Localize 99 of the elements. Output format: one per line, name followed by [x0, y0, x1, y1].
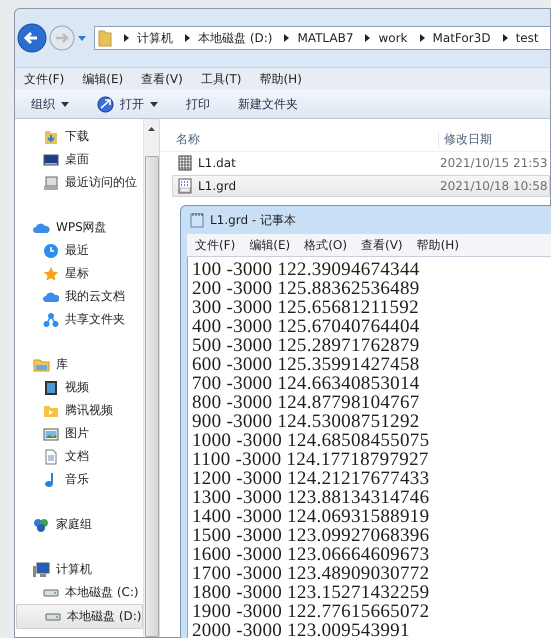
share-icon [43, 312, 59, 328]
caret-icon[interactable] [78, 36, 86, 40]
picture-icon [43, 426, 59, 442]
nav-item[interactable]: 腾讯视频 [15, 399, 143, 422]
chevron-icon [185, 34, 190, 42]
back-button[interactable] [17, 23, 47, 53]
folder-icon [33, 356, 50, 372]
nav-item[interactable]: 视频 [15, 376, 143, 399]
text-line: 100 -3000 122.39094674344 [192, 260, 421, 279]
text-line: 600 -3000 125.35991427458 [192, 355, 421, 374]
nav-item[interactable]: 我的云文档 [15, 285, 143, 308]
menu-item[interactable]: 格式(O) [304, 236, 348, 254]
breadcrumb[interactable]: MatFor3D [432, 31, 491, 45]
text-line: 700 -3000 124.66340853014 [192, 374, 421, 393]
text-line: 1000 -3000 124.68508455075 [192, 431, 430, 450]
text-line: 1500 -3000 123.09927068396 [192, 526, 430, 545]
recent-places-icon [43, 174, 59, 190]
homegroup-icon [33, 516, 50, 532]
nav-item[interactable]: 共享文件夹 [15, 308, 143, 331]
text-line: 200 -3000 125.88362536489 [192, 279, 421, 298]
text-line: 1800 -3000 123.15271432259 [192, 583, 430, 602]
nav-item[interactable]: WPS网盘 [15, 216, 143, 239]
file-name: L1.dat [198, 156, 237, 170]
text-line: 400 -3000 125.67040764404 [192, 317, 421, 336]
download-folder-icon [43, 128, 59, 144]
menu-item[interactable]: 帮助(H) [416, 236, 459, 254]
up-arrow-icon[interactable] [148, 127, 155, 131]
menu-item[interactable]: 查看(V) [141, 70, 183, 88]
nav-item[interactable]: 最近 [15, 239, 143, 262]
chevron-icon [502, 34, 508, 42]
scrollbar[interactable] [143, 119, 159, 637]
text-line: 1400 -3000 124.06931588919 [192, 507, 430, 526]
caret-icon [61, 102, 69, 106]
nav-item[interactable]: 本地磁盘 (D:) [16, 604, 143, 629]
text-line: 1300 -3000 123.88134314746 [192, 488, 430, 507]
open-icon [97, 96, 114, 112]
text-line: 1900 -3000 122.77615665072 [192, 602, 430, 621]
window-title: L1.grd - 记事本 [210, 212, 296, 228]
menu-item[interactable]: 编辑(E) [82, 70, 124, 88]
toolbar-button[interactable]: 组织 [21, 92, 79, 116]
text-line: 1700 -3000 123.48909030772 [192, 564, 430, 583]
nav-item[interactable]: 家庭组 [15, 513, 143, 536]
menu-item[interactable]: 文件(F) [195, 236, 236, 254]
breadcrumb[interactable]: work [378, 31, 408, 45]
address-bar[interactable]: 计算机 本地磁盘 (D:) MATLAB7 work MatFor3D test [94, 26, 550, 50]
notepad-icon [190, 212, 204, 228]
chevron-icon [284, 34, 290, 42]
breadcrumb[interactable]: MATLAB7 [297, 31, 354, 45]
nav-item[interactable]: 图片 [15, 422, 143, 445]
computer-icon [33, 562, 50, 578]
file-row[interactable]: L1.dat 2021/10/15 21:53 [172, 152, 550, 174]
file-date: 2021/10/18 10:58 [440, 179, 548, 193]
star-icon [43, 266, 59, 282]
breadcrumb[interactable]: 本地磁盘 (D:) [198, 30, 272, 46]
menu-item[interactable]: 编辑(E) [249, 236, 290, 254]
grid-file-icon [178, 155, 192, 171]
breadcrumb[interactable]: 计算机 [137, 30, 173, 46]
file-row[interactable]: L1.grd 2021/10/18 10:58 [172, 175, 550, 197]
nav-item[interactable]: 本地磁盘 (C:) [15, 581, 143, 604]
column-header[interactable]: 名称 [160, 130, 438, 148]
text-line: 1100 -3000 124.17718797927 [192, 450, 430, 469]
file-name: L1.grd [198, 179, 238, 193]
nav-item[interactable]: 文档 [15, 445, 143, 468]
caret-icon [150, 102, 158, 106]
text-line: 2000 -3000 123.009543991 [192, 621, 411, 638]
nav-item[interactable]: 星标 [15, 262, 143, 285]
document-icon [43, 448, 59, 464]
menu-item[interactable]: 工具(T) [200, 70, 242, 88]
drive-icon [43, 588, 59, 596]
desktop-icon [43, 152, 59, 168]
text-line: 1200 -3000 124.21217677433 [192, 469, 430, 488]
toolbar-button[interactable]: 打开 [87, 92, 168, 116]
film-icon [43, 380, 59, 396]
menu-item[interactable]: 文件(F) [24, 70, 64, 88]
column-header[interactable]: 修改日期 [438, 130, 492, 148]
nav-item[interactable]: 最近访问的位 [15, 171, 143, 194]
chevron-icon [420, 34, 425, 42]
file-date: 2021/10/15 21:53 [440, 156, 548, 170]
text-line: 800 -3000 124.87798104767 [192, 393, 421, 412]
nav-item[interactable]: 计算机 [15, 558, 143, 581]
nav-item[interactable]: 下载 [15, 125, 143, 148]
menu-item[interactable]: 查看(V) [361, 236, 403, 254]
toolbar-button[interactable]: 打印 [176, 92, 220, 116]
text-line: 1600 -3000 123.06664609673 [192, 545, 430, 564]
breadcrumb[interactable]: test [516, 31, 539, 45]
text-line: 300 -3000 125.65681211592 [192, 298, 420, 317]
nav-item[interactable]: 库 [15, 353, 143, 376]
menu-item[interactable]: 帮助(H) [260, 70, 302, 88]
folder-icon [98, 29, 112, 47]
chevron-icon [365, 34, 370, 42]
drive-icon [45, 612, 61, 620]
nav-item[interactable]: 音乐 [15, 468, 143, 491]
dotted-file-icon [178, 178, 192, 194]
text-line: 900 -3000 124.53008751292 [192, 412, 421, 431]
text-line: 500 -3000 125.28971762879 [192, 336, 421, 355]
clock-icon [43, 242, 59, 258]
chevron-icon [124, 34, 129, 42]
nav-item[interactable]: 桌面 [15, 148, 143, 171]
toolbar-button[interactable]: 新建文件夹 [228, 92, 308, 116]
